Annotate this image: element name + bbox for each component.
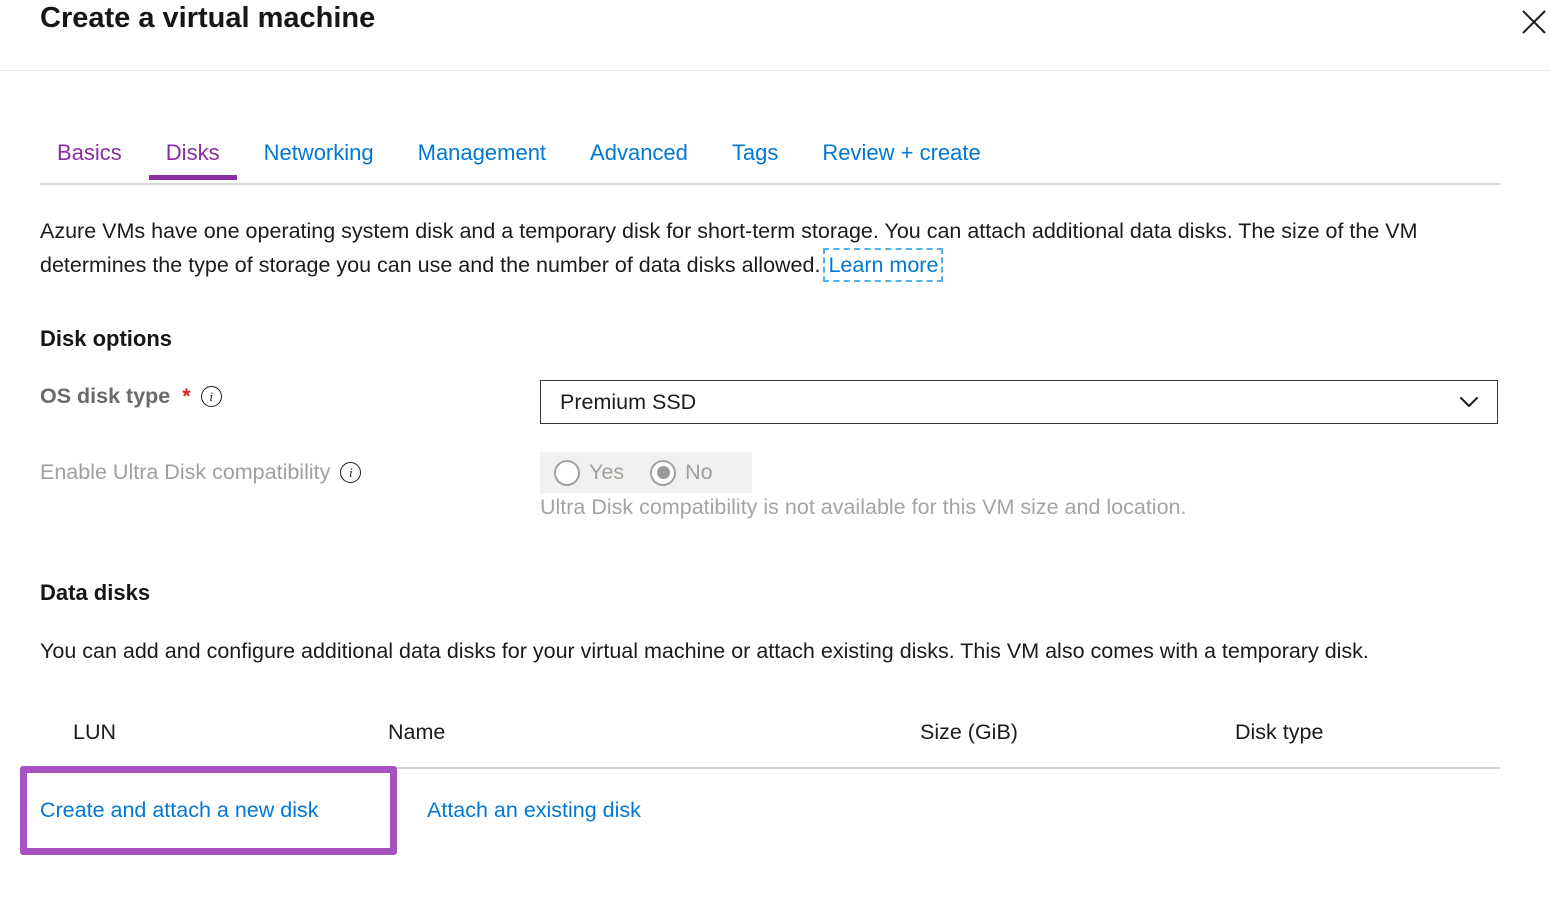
tabs-divider <box>40 183 1500 185</box>
chevron-down-icon <box>1459 392 1479 412</box>
radio-no[interactable]: No <box>650 460 712 486</box>
column-header-disk-type: Disk type <box>1235 720 1500 745</box>
header-divider <box>0 70 1550 71</box>
info-icon[interactable]: i <box>340 462 361 483</box>
os-disk-type-value: Premium SSD <box>560 390 696 415</box>
radio-yes[interactable]: Yes <box>554 460 624 486</box>
tab-tags[interactable]: Tags <box>732 140 778 180</box>
column-header-lun: LUN <box>40 720 388 745</box>
radio-yes-label: Yes <box>589 460 624 485</box>
ultra-disk-helper-text: Ultra Disk compatibility is not availabl… <box>540 495 1186 520</box>
column-header-size: Size (GiB) <box>920 720 1235 745</box>
ultra-disk-radio-group: Yes No <box>540 452 752 493</box>
create-and-attach-new-disk-link[interactable]: Create and attach a new disk <box>40 798 318 823</box>
page-title: Create a virtual machine <box>40 2 375 35</box>
data-disks-heading: Data disks <box>40 580 150 606</box>
tab-advanced[interactable]: Advanced <box>590 140 688 180</box>
close-icon[interactable] <box>1516 4 1550 40</box>
tab-basics[interactable]: Basics <box>57 140 122 180</box>
ultra-disk-label: Enable Ultra Disk compatibility <box>40 460 330 485</box>
radio-no-circle <box>650 460 676 486</box>
wizard-tabs: Basics Disks Networking Management Advan… <box>57 140 981 180</box>
ultra-disk-label-row: Enable Ultra Disk compatibility i <box>40 460 361 485</box>
data-disks-table-header: LUN Name Size (GiB) Disk type <box>40 720 1500 769</box>
intro-text: Azure VMs have one operating system disk… <box>40 214 1490 282</box>
radio-yes-circle <box>554 460 580 486</box>
os-disk-type-dropdown[interactable]: Premium SSD <box>540 380 1498 424</box>
disk-options-heading: Disk options <box>40 326 172 352</box>
os-disk-type-label: OS disk type <box>40 384 170 409</box>
learn-more-link[interactable]: Learn more <box>828 253 938 277</box>
column-header-name: Name <box>388 720 920 745</box>
info-icon[interactable]: i <box>201 386 222 407</box>
os-disk-type-label-row: OS disk type * i <box>40 384 222 409</box>
tab-networking[interactable]: Networking <box>264 140 374 180</box>
tab-review-create[interactable]: Review + create <box>822 140 980 180</box>
create-vm-dialog: Create a virtual machine Basics Disks Ne… <box>0 0 1550 922</box>
intro-text-body: Azure VMs have one operating system disk… <box>40 219 1418 277</box>
data-disks-description: You can add and configure additional dat… <box>40 634 1470 669</box>
required-asterisk: * <box>182 384 190 409</box>
tab-management[interactable]: Management <box>418 140 546 180</box>
attach-existing-disk-link[interactable]: Attach an existing disk <box>427 798 641 823</box>
tab-disks[interactable]: Disks <box>166 140 220 180</box>
data-disks-actions: Create and attach a new disk Attach an e… <box>0 795 1550 845</box>
radio-no-label: No <box>685 460 712 485</box>
